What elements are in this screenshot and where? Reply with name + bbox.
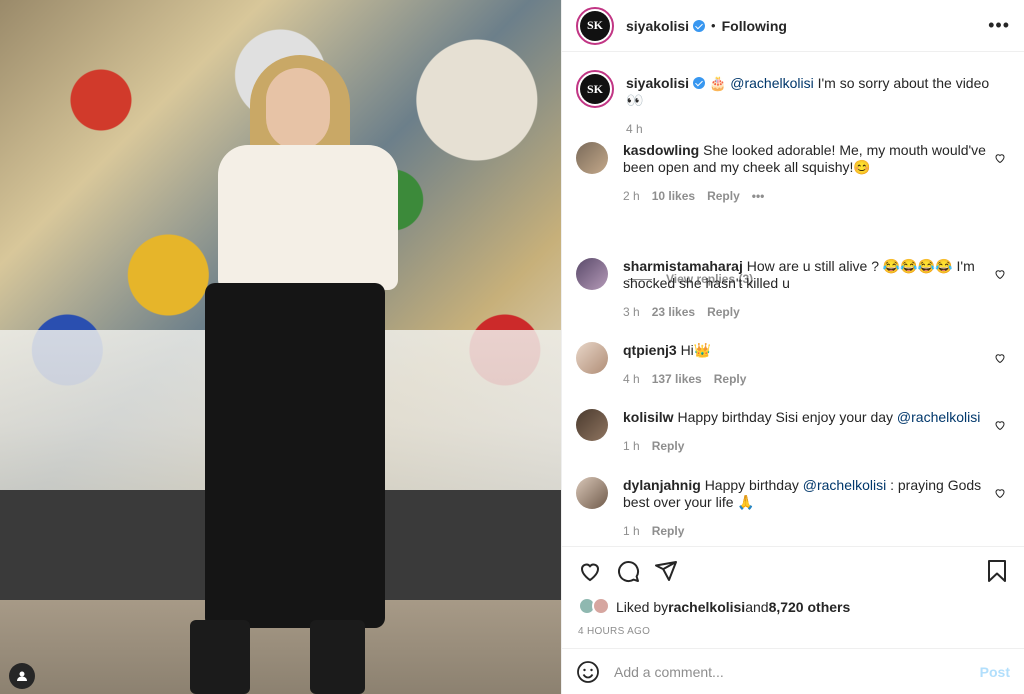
author-avatar[interactable]: SK — [576, 6, 614, 45]
comment-text: Hi👑 — [680, 342, 712, 358]
reply-button[interactable]: Reply — [652, 523, 685, 540]
commenter-avatar[interactable] — [576, 342, 608, 374]
comment-likes[interactable]: 137 likes — [652, 371, 702, 388]
reply-button[interactable]: Reply — [707, 188, 740, 205]
post-button[interactable]: Post — [980, 664, 1010, 680]
like-comment-icon[interactable] — [994, 419, 1006, 431]
comment-icon[interactable] — [616, 559, 640, 583]
post-actions — [562, 546, 1024, 594]
commenter-avatar[interactable] — [576, 409, 608, 441]
comment-text: Happy birthday — [704, 477, 803, 493]
like-comment-icon[interactable] — [994, 352, 1006, 364]
post-header: SK siyakolisi • Following ••• — [562, 0, 1024, 52]
liker-avatars — [578, 597, 612, 617]
tagged-user-icon[interactable] — [9, 663, 35, 689]
more-options-icon[interactable]: ••• — [988, 15, 1010, 36]
commenter-avatar[interactable] — [576, 477, 608, 509]
comment-item: dylanjahnig Happy birthday @rachelkolisi… — [576, 477, 1016, 540]
commenter-avatar[interactable] — [576, 258, 608, 290]
reply-button[interactable]: Reply — [714, 371, 747, 388]
author-avatar[interactable]: SK — [576, 70, 614, 108]
verified-icon — [693, 19, 706, 32]
caption: SK siyakolisi 🎂 @rachelkolisi I'm so sor… — [576, 70, 1016, 138]
likes-summary[interactable]: Liked by rachelkolisi and 8,720 others — [562, 594, 1024, 620]
comment-likes[interactable]: 10 likes — [652, 188, 695, 205]
verified-icon — [693, 77, 706, 89]
comment-username[interactable]: kasdowling — [623, 142, 699, 158]
like-comment-icon[interactable] — [994, 268, 1006, 280]
like-icon[interactable] — [578, 559, 602, 583]
caption-username[interactable]: siyakolisi — [626, 75, 689, 91]
mention-link[interactable]: @rachelkolisi — [897, 409, 980, 425]
liker-username[interactable]: rachelkolisi — [668, 599, 745, 615]
comment-username[interactable]: sharmistamaharaj — [623, 258, 743, 274]
comment-item: sharmistamaharaj How are u still alive ?… — [576, 258, 1016, 321]
caption-time[interactable]: 4 h — [626, 121, 643, 138]
add-comment-bar: Add a comment... Post — [562, 648, 1024, 694]
comment-likes[interactable]: 23 likes — [652, 304, 695, 321]
comment-text: Happy birthday Sisi enjoy your day — [677, 409, 897, 425]
mention-link[interactable]: @rachelkolisi — [803, 477, 886, 493]
share-icon[interactable] — [654, 559, 678, 583]
comment-username[interactable]: kolisilw — [623, 409, 674, 425]
commenter-avatar[interactable] — [576, 142, 608, 174]
comment-more-icon[interactable]: ••• — [752, 188, 765, 205]
reply-button[interactable]: Reply — [652, 438, 685, 455]
post-timestamp[interactable]: 4 HOURS AGO — [562, 620, 1024, 648]
save-icon[interactable] — [986, 559, 1008, 583]
reply-button[interactable]: Reply — [707, 304, 740, 321]
post-photo[interactable] — [0, 0, 561, 694]
like-comment-icon[interactable] — [994, 152, 1006, 164]
separator: • — [711, 18, 716, 33]
like-comment-icon[interactable] — [994, 487, 1006, 499]
comment-username[interactable]: qtpienj3 — [623, 342, 677, 358]
mention-link[interactable]: @rachelkolisi — [730, 75, 813, 91]
likes-count[interactable]: 8,720 others — [769, 599, 851, 615]
comments-list[interactable]: SK siyakolisi 🎂 @rachelkolisi I'm so sor… — [562, 52, 1024, 546]
add-comment-input[interactable]: Add a comment... — [614, 664, 980, 680]
post-modal: SK siyakolisi • Following ••• SK siyakol… — [0, 0, 1024, 694]
comment-username[interactable]: dylanjahnig — [623, 477, 701, 493]
following-button[interactable]: Following — [722, 18, 787, 34]
comment-item: qtpienj3 Hi👑 4 h 137 likes Reply — [576, 342, 1016, 388]
comment-item: kasdowling She looked adorable! Me, my m… — [576, 142, 1016, 205]
comment-item: kolisilw Happy birthday Sisi enjoy your … — [576, 409, 1016, 455]
author-username[interactable]: siyakolisi — [626, 18, 689, 34]
post-details-panel: SK siyakolisi • Following ••• SK siyakol… — [561, 0, 1024, 694]
emoji-icon[interactable] — [576, 660, 600, 684]
